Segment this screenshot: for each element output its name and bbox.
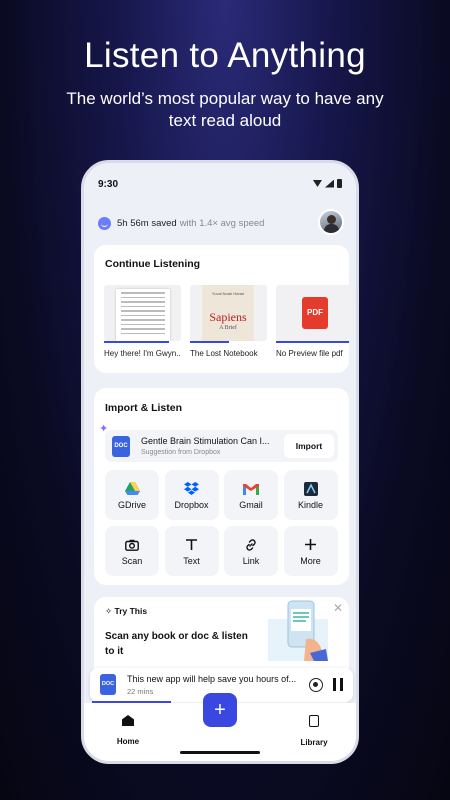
source-text[interactable]: Text (164, 526, 219, 576)
player-title: This new app will help save you hours of… (127, 674, 297, 684)
suggestion-title: Gentle Brain Stimulation Can I... (141, 436, 270, 446)
text-icon (184, 537, 200, 553)
pdf-icon: PDF (302, 297, 328, 329)
book-cover: Yuval Noah Harari Sapiens A Brief (190, 285, 267, 341)
player-duration: 22 mins (127, 687, 154, 696)
signal-icon (325, 179, 334, 188)
wifi-icon (313, 180, 322, 187)
book-cover: PDF (276, 285, 353, 341)
time-saved: 5h 56m saved (117, 217, 177, 229)
source-label: Kindle (297, 499, 324, 510)
suggestion-source: Suggestion from Dropbox (141, 449, 221, 456)
import-listen-card: Import & Listen ✦ DOC Gentle Brain Stimu… (94, 388, 349, 585)
book-title: The Lost Notebook (190, 349, 258, 358)
source-label: Text (183, 555, 200, 566)
source-label: Link (242, 555, 260, 566)
home-indicator (180, 751, 260, 754)
gdrive-icon (124, 481, 140, 497)
book-title: No Preview file pdf (276, 349, 343, 358)
source-scan[interactable]: Scan (105, 526, 159, 576)
add-button[interactable]: + (203, 693, 237, 727)
source-link[interactable]: Link (224, 526, 278, 576)
battery-icon (337, 179, 342, 188)
import-listen-title: Import & Listen (105, 402, 183, 414)
import-sources-grid: GDrive Dropbox Gmail Kindle Scan Text Li… (105, 470, 338, 576)
phone-screen: 9:30 5h 56m saved with 1.4× avg speed Co… (81, 160, 359, 764)
source-label: Gmail (239, 499, 263, 510)
close-icon[interactable]: ✕ (333, 601, 343, 615)
progress-bar (276, 341, 350, 343)
smile-icon (98, 216, 111, 230)
list-item[interactable]: Yuval Noah Harari Sapiens A Brief The Lo… (190, 285, 267, 358)
continue-listening-title: Continue Listening (105, 258, 201, 270)
tab-library[interactable]: Library (284, 715, 344, 750)
suggestion-row[interactable]: DOC Gentle Brain Stimulation Can I... Su… (105, 430, 338, 462)
source-label: More (300, 555, 321, 566)
book-title: Hey there! I'm Gwyn... (104, 349, 181, 358)
source-label: Scan (121, 555, 143, 566)
cover-title: Sapiens (209, 310, 247, 324)
try-this-label: Try This (114, 606, 148, 616)
avg-speed: with 1.4× avg speed (179, 217, 265, 229)
tab-library-label: Library (300, 738, 328, 747)
list-item[interactable]: Hey there! I'm Gwyn... (104, 285, 181, 358)
listening-stats: 5h 56m saved with 1.4× avg speed (98, 209, 344, 235)
cast-icon[interactable] (309, 678, 323, 692)
tab-bar: Home + Library (84, 693, 356, 761)
status-bar: 9:30 (98, 179, 342, 193)
progress-bar (104, 341, 170, 343)
book-cover (104, 285, 181, 341)
status-time: 9:30 (98, 179, 119, 190)
source-kindle[interactable]: Kindle (283, 470, 338, 520)
hero-title: Listen to Anything (84, 36, 366, 75)
source-gmail[interactable]: Gmail (224, 470, 278, 520)
kindle-icon (303, 481, 319, 497)
doc-icon: DOC (112, 436, 130, 457)
cover-subtitle: A Brief (219, 325, 237, 331)
pause-icon[interactable] (333, 678, 343, 691)
try-this-text: Scan any book or doc & listen to it (105, 631, 248, 657)
continue-listening-card: Continue Listening Hey there! I'm Gwyn..… (94, 245, 353, 373)
status-icons (313, 179, 342, 188)
scan-illustration-icon (268, 600, 328, 661)
tab-home-label: Home (116, 737, 140, 746)
try-this-header: ✧ Try This (105, 606, 147, 617)
hero-subtitle: The world’s most popular way to have any… (66, 89, 384, 130)
source-gdrive[interactable]: GDrive (105, 470, 159, 520)
import-button[interactable]: Import (284, 434, 334, 458)
camera-icon (124, 537, 140, 553)
cover-author: Yuval Noah Harari (211, 291, 245, 296)
source-label: GDrive (117, 499, 146, 510)
tab-home[interactable]: Home (98, 715, 158, 749)
source-label: Dropbox (174, 499, 209, 510)
avatar[interactable] (318, 209, 344, 235)
library-icon (309, 715, 319, 727)
doc-icon: DOC (100, 674, 116, 695)
source-more[interactable]: More (283, 526, 338, 576)
dropbox-icon (184, 481, 200, 497)
continue-listening-list: Hey there! I'm Gwyn... Yuval Noah Harari… (104, 285, 353, 358)
document-thumbnail (116, 289, 170, 341)
sapiens-cover: Yuval Noah Harari Sapiens A Brief (202, 285, 254, 341)
list-item[interactable]: PDF No Preview file pdf (276, 285, 353, 358)
gmail-icon (243, 481, 259, 497)
source-dropbox[interactable]: Dropbox (164, 470, 219, 520)
home-icon (122, 715, 134, 726)
link-icon (243, 537, 259, 553)
progress-bar (190, 341, 229, 343)
plus-icon (303, 537, 319, 553)
